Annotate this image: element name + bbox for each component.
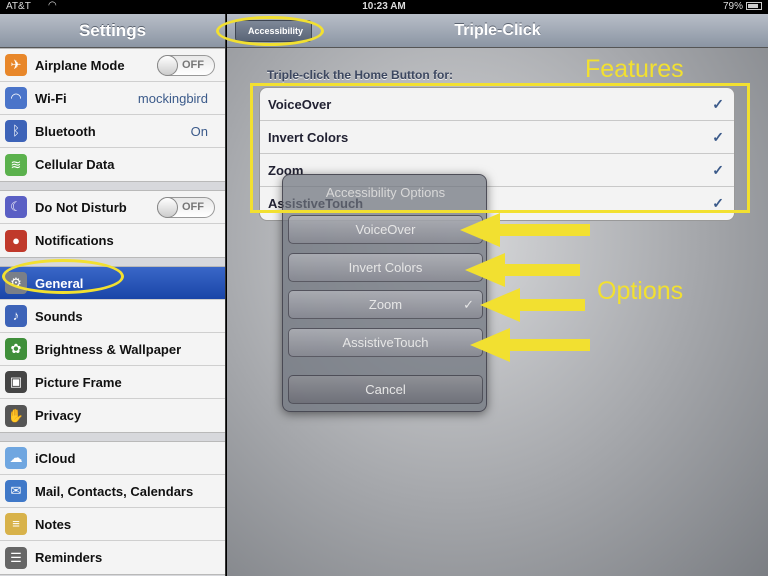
status-bar: AT&T ◠ 10:23 AM 79% bbox=[0, 0, 768, 14]
sidebar-item-label: Airplane Mode bbox=[35, 57, 125, 73]
sidebar-item-airplane-mode[interactable]: ✈ Airplane Mode OFF bbox=[0, 49, 225, 82]
sidebar-item-label: Cellular Data bbox=[35, 157, 115, 172]
checkmark-icon: ✓ bbox=[463, 297, 474, 312]
sidebar-gap bbox=[0, 182, 225, 190]
back-button-highlight-oval bbox=[216, 16, 324, 46]
features-highlight-box bbox=[250, 83, 750, 213]
option-assistivetouch-button[interactable]: AssistiveTouch bbox=[288, 328, 483, 357]
general-highlight-oval bbox=[2, 259, 124, 294]
sidebar-item-label: iCloud bbox=[35, 450, 76, 466]
sidebar-item-do-not-disturb[interactable]: ☾ Do Not Disturb OFF bbox=[0, 191, 225, 224]
arrow-invert-colors-icon bbox=[465, 253, 580, 287]
bluetooth-icon: ᛒ bbox=[5, 120, 27, 142]
option-label: Invert Colors bbox=[348, 260, 423, 275]
sidebar-item-label: Wi-Fi bbox=[35, 90, 67, 106]
option-label: VoiceOver bbox=[355, 222, 416, 237]
sidebar-group-accounts: ☁ iCloud ✉ Mail, Contacts, Calendars ≡ N… bbox=[0, 441, 225, 575]
sidebar-item-wifi[interactable]: ◠ Wi-Fi mockingbird bbox=[0, 82, 225, 115]
sidebar-gap bbox=[0, 433, 225, 441]
sidebar-item-label: Bluetooth bbox=[35, 123, 96, 139]
sidebar-item-cellular-data[interactable]: ≋ Cellular Data bbox=[0, 148, 225, 181]
notes-icon: ≡ bbox=[5, 513, 27, 535]
flower-icon: ✿ bbox=[5, 338, 27, 360]
sidebar-item-notes[interactable]: ≡ Notes bbox=[0, 508, 225, 541]
cancel-button[interactable]: Cancel bbox=[288, 375, 483, 404]
wifi-network-value: mockingbird bbox=[137, 90, 208, 106]
sidebar-item-label: Sounds bbox=[35, 308, 83, 324]
sidebar-item-brightness-wallpaper[interactable]: ✿ Brightness & Wallpaper bbox=[0, 333, 225, 366]
speaker-icon: ♪ bbox=[5, 305, 27, 327]
sidebar-title: Settings bbox=[0, 14, 225, 48]
sidebar-item-picture-frame[interactable]: ▣ Picture Frame bbox=[0, 366, 225, 399]
section-label: Triple-click the Home Button for: bbox=[267, 68, 454, 82]
option-label: AssistiveTouch bbox=[342, 335, 429, 350]
do-not-disturb-toggle[interactable]: OFF bbox=[157, 196, 215, 218]
cellular-icon: ≋ bbox=[5, 153, 27, 176]
sidebar-item-label: Picture Frame bbox=[35, 374, 122, 390]
sidebar-item-notifications[interactable]: ● Notifications bbox=[0, 224, 225, 257]
sidebar-item-privacy[interactable]: ✋ Privacy bbox=[0, 399, 225, 432]
sidebar-item-icloud[interactable]: ☁ iCloud bbox=[0, 442, 225, 475]
sidebar-item-mail-contacts-calendars[interactable]: ✉ Mail, Contacts, Calendars bbox=[0, 475, 225, 508]
arrow-assistivetouch-icon bbox=[470, 328, 590, 362]
features-annotation-label: Features bbox=[585, 55, 684, 83]
airplane-mode-toggle[interactable]: OFF bbox=[157, 54, 215, 76]
cloud-icon: ☁ bbox=[5, 447, 27, 469]
moon-icon: ☾ bbox=[5, 196, 27, 218]
battery-icon bbox=[746, 2, 762, 10]
sidebar-item-sounds[interactable]: ♪ Sounds bbox=[0, 300, 225, 333]
sidebar-item-reminders[interactable]: ☰ Reminders bbox=[0, 541, 225, 574]
toggle-knob bbox=[157, 54, 178, 76]
option-label: Zoom bbox=[368, 297, 403, 312]
bluetooth-value: On bbox=[190, 123, 208, 139]
settings-sidebar: Settings ✈ Airplane Mode OFF ◠ Wi-Fi moc… bbox=[0, 14, 226, 576]
sidebar-item-label: Privacy bbox=[35, 408, 82, 423]
toggle-knob bbox=[157, 196, 178, 218]
toggle-state: OFF bbox=[182, 58, 204, 71]
option-invert-colors-button[interactable]: Invert Colors bbox=[288, 253, 483, 282]
mail-icon: ✉ bbox=[5, 480, 27, 502]
sidebar-item-label: Do Not Disturb bbox=[35, 199, 127, 215]
sidebar-item-label: Reminders bbox=[35, 550, 103, 565]
toggle-state: OFF bbox=[182, 200, 204, 213]
picture-frame-icon: ▣ bbox=[5, 371, 27, 393]
battery-indicator: 79% bbox=[723, 1, 762, 12]
wifi-icon: ◠ bbox=[5, 87, 27, 109]
arrow-zoom-icon bbox=[480, 288, 585, 322]
sidebar-item-label: Brightness & Wallpaper bbox=[35, 341, 182, 357]
sidebar-item-label: Notes bbox=[35, 516, 72, 532]
sidebar-item-label: Mail, Contacts, Calendars bbox=[35, 483, 194, 499]
options-annotation-label: Options bbox=[597, 277, 684, 305]
option-voiceover-button[interactable]: VoiceOver bbox=[288, 215, 483, 244]
sidebar-group-notifications: ☾ Do Not Disturb OFF ● Notifications bbox=[0, 190, 225, 258]
sidebar-item-bluetooth[interactable]: ᛒ Bluetooth On bbox=[0, 115, 225, 148]
battery-label: 79% bbox=[722, 1, 743, 12]
reminders-icon: ☰ bbox=[5, 546, 27, 569]
hand-icon: ✋ bbox=[5, 404, 27, 427]
arrow-voiceover-icon bbox=[460, 213, 590, 247]
sidebar-item-label: Notifications bbox=[35, 233, 114, 248]
clock: 10:23 AM bbox=[362, 1, 406, 12]
notifications-icon: ● bbox=[5, 229, 27, 252]
airplane-icon: ✈ bbox=[5, 54, 27, 76]
option-zoom-button[interactable]: Zoom ✓ bbox=[288, 290, 483, 319]
sidebar-group-connectivity: ✈ Airplane Mode OFF ◠ Wi-Fi mockingbird … bbox=[0, 48, 225, 182]
